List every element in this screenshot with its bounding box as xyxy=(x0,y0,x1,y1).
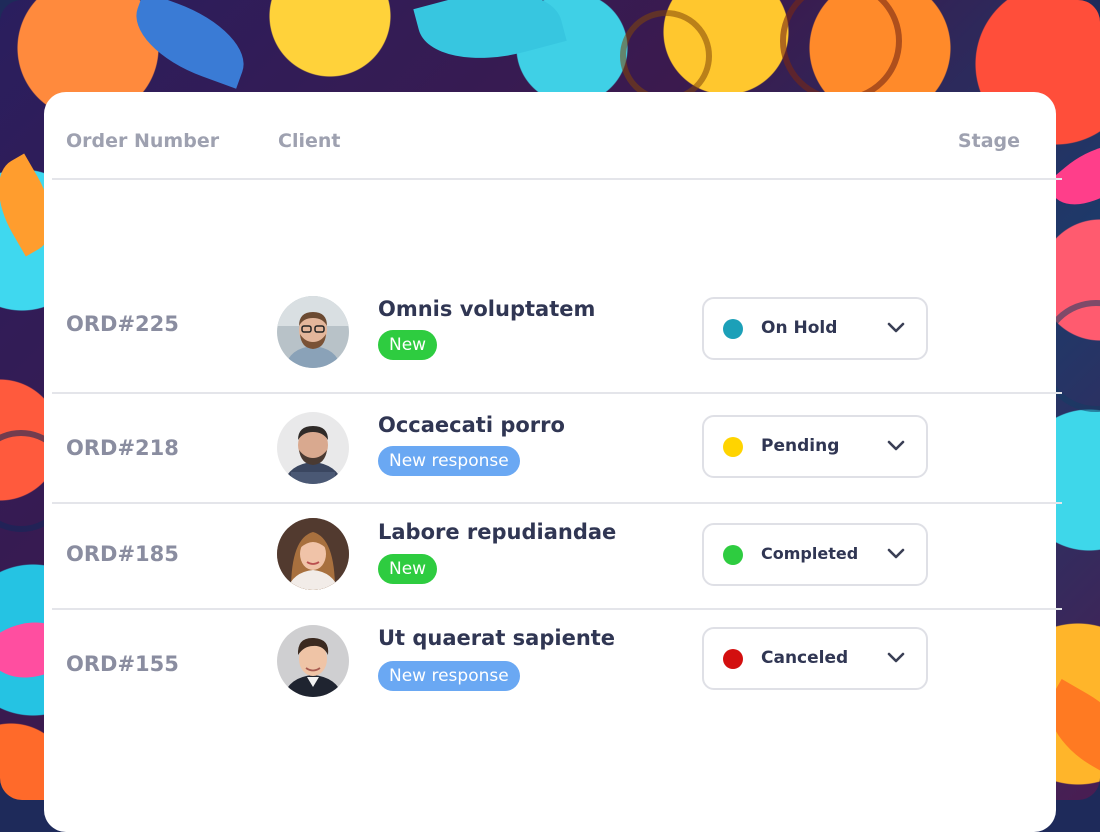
order-number: ORD#155 xyxy=(66,652,179,676)
header-order-number: Order Number xyxy=(66,130,220,152)
chevron-down-icon xyxy=(887,652,905,663)
swirl-decoration xyxy=(780,0,902,102)
stage-label: Completed xyxy=(761,544,859,563)
stage-label: On Hold xyxy=(761,318,838,338)
stage-dropdown[interactable]: Canceled xyxy=(702,627,928,690)
avatar xyxy=(277,518,349,590)
stage-status-dot xyxy=(723,319,743,339)
order-number: ORD#225 xyxy=(66,312,179,336)
status-badge: New xyxy=(378,554,438,584)
chevron-down-icon xyxy=(887,440,905,451)
table-header: Order Number Client Stage xyxy=(52,126,1062,180)
order-number: ORD#185 xyxy=(66,542,179,566)
table-row: ORD#155 Ut quaerat sapiente New response… xyxy=(52,610,1062,718)
status-badge: New xyxy=(378,330,438,360)
stage-label: Canceled xyxy=(761,648,849,668)
table-row: ORD#185 Labore repudiandae New Completed xyxy=(52,504,1062,610)
table-row: ORD#218 Occaecati porro New response Pen… xyxy=(52,394,1062,504)
stage-dropdown[interactable]: Pending xyxy=(702,415,928,478)
table-row: ORD#225 Omnis voluptatem New On Hold xyxy=(52,268,1062,394)
order-number: ORD#218 xyxy=(66,436,179,460)
swirl-decoration xyxy=(620,10,712,102)
stage-status-dot xyxy=(723,437,743,457)
header-client: Client xyxy=(278,130,341,152)
avatar xyxy=(277,296,349,368)
client-name: Labore repudiandae xyxy=(378,520,617,544)
client-name: Ut quaerat sapiente xyxy=(378,626,616,650)
status-badge: New response xyxy=(378,446,520,476)
stage-status-dot xyxy=(723,545,743,565)
stage-dropdown[interactable]: Completed xyxy=(702,523,928,586)
stage-status-dot xyxy=(723,649,743,669)
client-name: Occaecati porro xyxy=(378,413,565,437)
client-name: Omnis voluptatem xyxy=(378,297,596,321)
stage-label: Pending xyxy=(761,436,840,456)
header-stage: Stage xyxy=(957,130,1020,152)
avatar xyxy=(277,412,349,484)
stage-dropdown[interactable]: On Hold xyxy=(702,297,928,360)
leaf-decoration xyxy=(123,0,257,89)
avatar xyxy=(277,625,349,697)
chevron-down-icon xyxy=(887,322,905,333)
status-badge: New response xyxy=(378,661,520,691)
chevron-down-icon xyxy=(887,548,905,559)
leaf-decoration xyxy=(413,0,567,77)
